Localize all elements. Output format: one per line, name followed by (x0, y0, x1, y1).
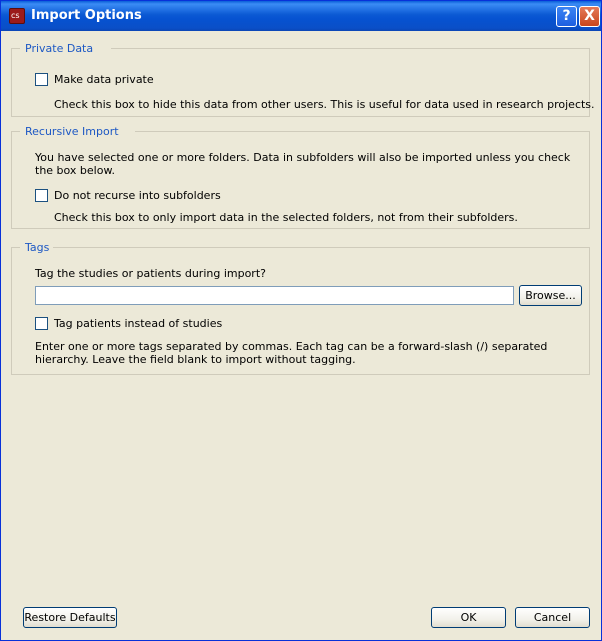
make-private-checkbox[interactable] (35, 73, 48, 86)
restore-defaults-button[interactable]: Restore Defaults (23, 607, 117, 628)
close-button[interactable]: X (579, 6, 600, 27)
tags-input[interactable] (35, 286, 514, 305)
import-options-dialog: Import Options ? X Private Data Make dat… (0, 0, 602, 641)
browse-button[interactable]: Browse... (519, 285, 582, 306)
recursive-help-text: Check this box to only import data in th… (54, 211, 518, 224)
tags-prompt: Tag the studies or patients during impor… (35, 267, 266, 280)
private-help-text: Check this box to hide this data from ot… (54, 98, 595, 111)
window-title: Import Options (31, 8, 142, 23)
no-recurse-checkbox[interactable] (35, 189, 48, 202)
recursive-description: You have selected one or more folders. D… (35, 151, 571, 177)
no-recurse-label[interactable]: Do not recurse into subfolders (54, 189, 221, 202)
make-private-label[interactable]: Make data private (54, 73, 154, 86)
cancel-button[interactable]: Cancel (515, 607, 590, 628)
ok-button[interactable]: OK (431, 607, 506, 628)
title-bar[interactable]: Import Options ? X (1, 1, 601, 31)
app-icon (9, 8, 25, 24)
help-button[interactable]: ? (556, 6, 577, 27)
tags-input-value[interactable] (36, 289, 39, 302)
tags-help-text: Enter one or more tags separated by comm… (35, 340, 548, 366)
tag-patients-checkbox[interactable] (35, 317, 48, 330)
tag-patients-label[interactable]: Tag patients instead of studies (54, 317, 222, 330)
